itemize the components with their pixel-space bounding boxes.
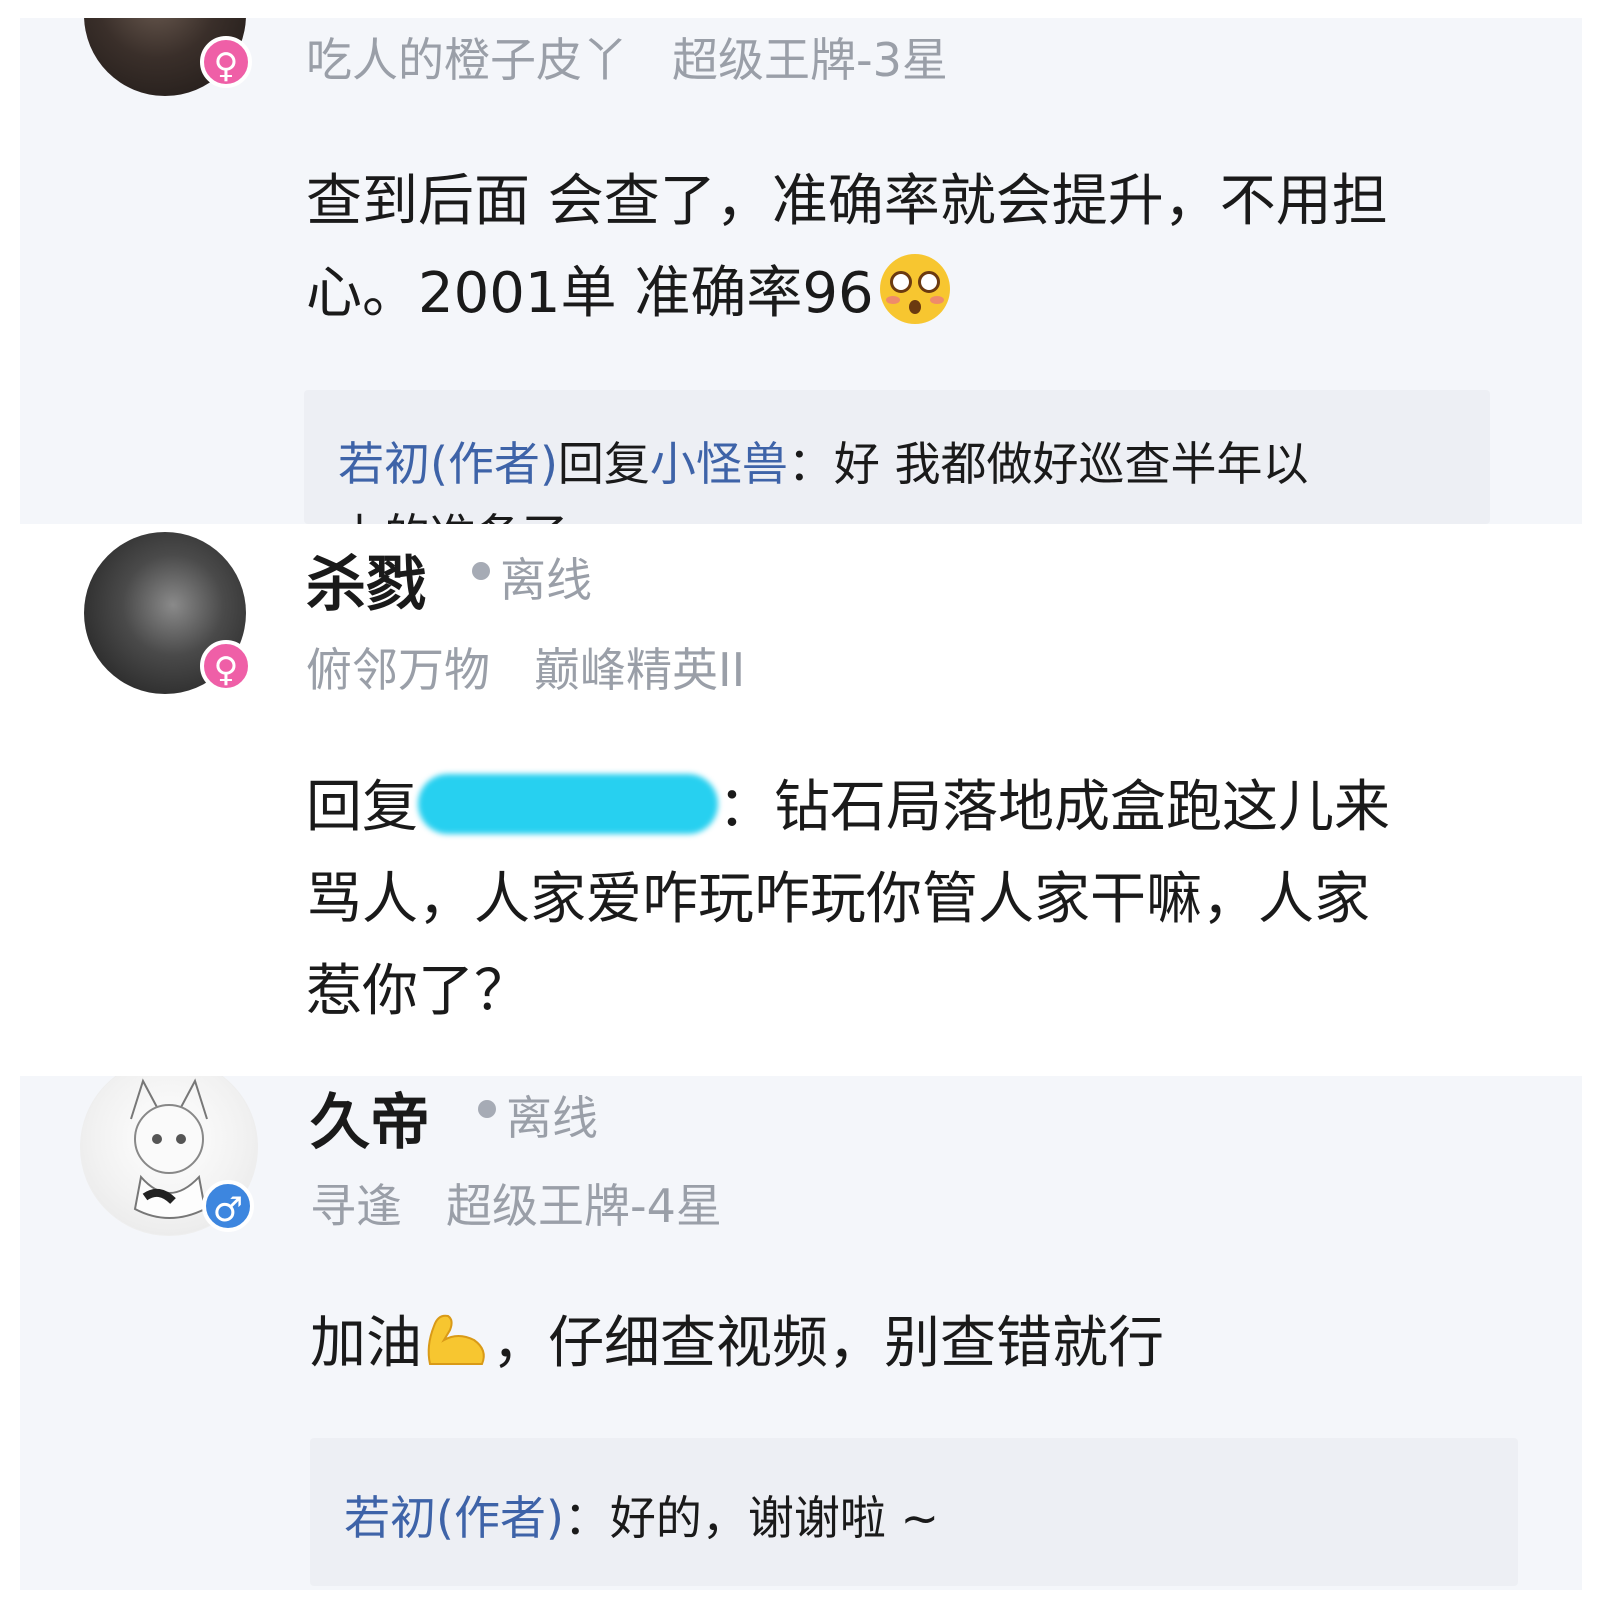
comment-body: 回复 ：钻石局落地成盒跑这儿来 骂人，人家爱咋玩咋玩你管人家干嘛，人家 惹你了？ <box>306 762 1390 1038</box>
username[interactable]: 杀戮 <box>306 536 426 623</box>
user-meta: 俯邻万物 巅峰精英II <box>306 634 745 700</box>
username[interactable]: 久帝 <box>310 1076 430 1161</box>
comment-text: ：钻石局落地成盒跑这儿来 <box>718 775 1390 840</box>
comment-card: ♀ 吃人的橙子皮丫 超级王牌-3星 查到后面 会查了，准确率就会提升，不用担 心。… <box>20 18 1582 524</box>
female-icon: ♀ <box>200 640 252 692</box>
status-dot <box>478 1100 496 1118</box>
comment-line: 查到后面 会查了，准确率就会提升，不用担 <box>306 169 1388 234</box>
redacted-username <box>418 774 718 834</box>
online-status: 离线 <box>506 1091 598 1145</box>
reply-text: ：好 我都做好巡查半年以 <box>787 437 1309 491</box>
reply-text: ：好的，谢谢啦 ~ <box>563 1491 940 1545</box>
online-status: 离线 <box>500 553 592 607</box>
user-meta: 寻逢 超级王牌-4星 <box>310 1170 722 1236</box>
author-reply[interactable]: 若初(作者)回复小怪兽：好 我都做好巡查半年以 上的准备了 <box>304 390 1490 524</box>
user-title: 俯邻万物 <box>306 643 490 697</box>
reply-target[interactable]: 小怪兽 <box>650 437 788 491</box>
reply-prefix: 回复 <box>306 775 418 840</box>
rank-badge: 超级王牌-3星 <box>672 33 948 87</box>
comment-body: 加油 ，仔细查视频，别查错就行 <box>310 1298 1164 1390</box>
rank-badge: 巅峰精英II <box>534 643 746 697</box>
reply-verb: 回复 <box>557 437 650 491</box>
reply-author[interactable]: 若初(作者) <box>338 437 558 491</box>
comment-card: ♂ 久帝 离线 寻逢 超级王牌-4星 加油 ，仔细查视频，别查错就行 若初(作者)：… <box>20 1076 1582 1590</box>
username[interactable]: 吃人的橙子皮丫 <box>306 33 628 87</box>
rank-badge: 超级王牌-4星 <box>446 1179 722 1233</box>
user-meta: 吃人的橙子皮丫 超级王牌-3星 <box>306 24 948 90</box>
author-reply[interactable]: 若初(作者)：好的，谢谢啦 ~ <box>310 1438 1518 1586</box>
astonished-face-emoji <box>879 254 950 324</box>
comment-text: 心。2001单 准确率96 <box>306 261 874 326</box>
comment-body: 查到后面 会查了，准确率就会提升，不用担 心。2001单 准确率96 <box>306 156 1388 340</box>
comment-card: ♀ 杀戮 离线 俯邻万物 巅峰精英II 回复 ：钻石局落地成盒跑这儿来 骂人，人家爱… <box>20 530 1582 1070</box>
comment-line: 加油 ，仔细查视频，别查错就行 <box>310 1298 1164 1390</box>
status-dot <box>472 562 490 580</box>
flexed-biceps-emoji <box>422 1306 492 1376</box>
comment-line: 回复 ：钻石局落地成盒跑这儿来 <box>306 762 1390 854</box>
comment-text: ，仔细查视频，别查错就行 <box>492 1311 1164 1376</box>
reply-author[interactable]: 若初(作者) <box>344 1491 564 1545</box>
comment-line: 骂人，人家爱咋玩咋玩你管人家干嘛，人家 <box>306 867 1370 932</box>
comment-line: 惹你了？ <box>306 959 530 1024</box>
reply-overflow-line: 上的准备了 <box>338 500 568 524</box>
comment-line: 心。2001单 准确率96 <box>306 248 1388 340</box>
male-icon: ♂ <box>202 1180 254 1232</box>
user-title: 寻逢 <box>310 1179 402 1233</box>
comment-text: 加油 <box>310 1311 422 1376</box>
female-icon: ♀ <box>200 36 252 88</box>
